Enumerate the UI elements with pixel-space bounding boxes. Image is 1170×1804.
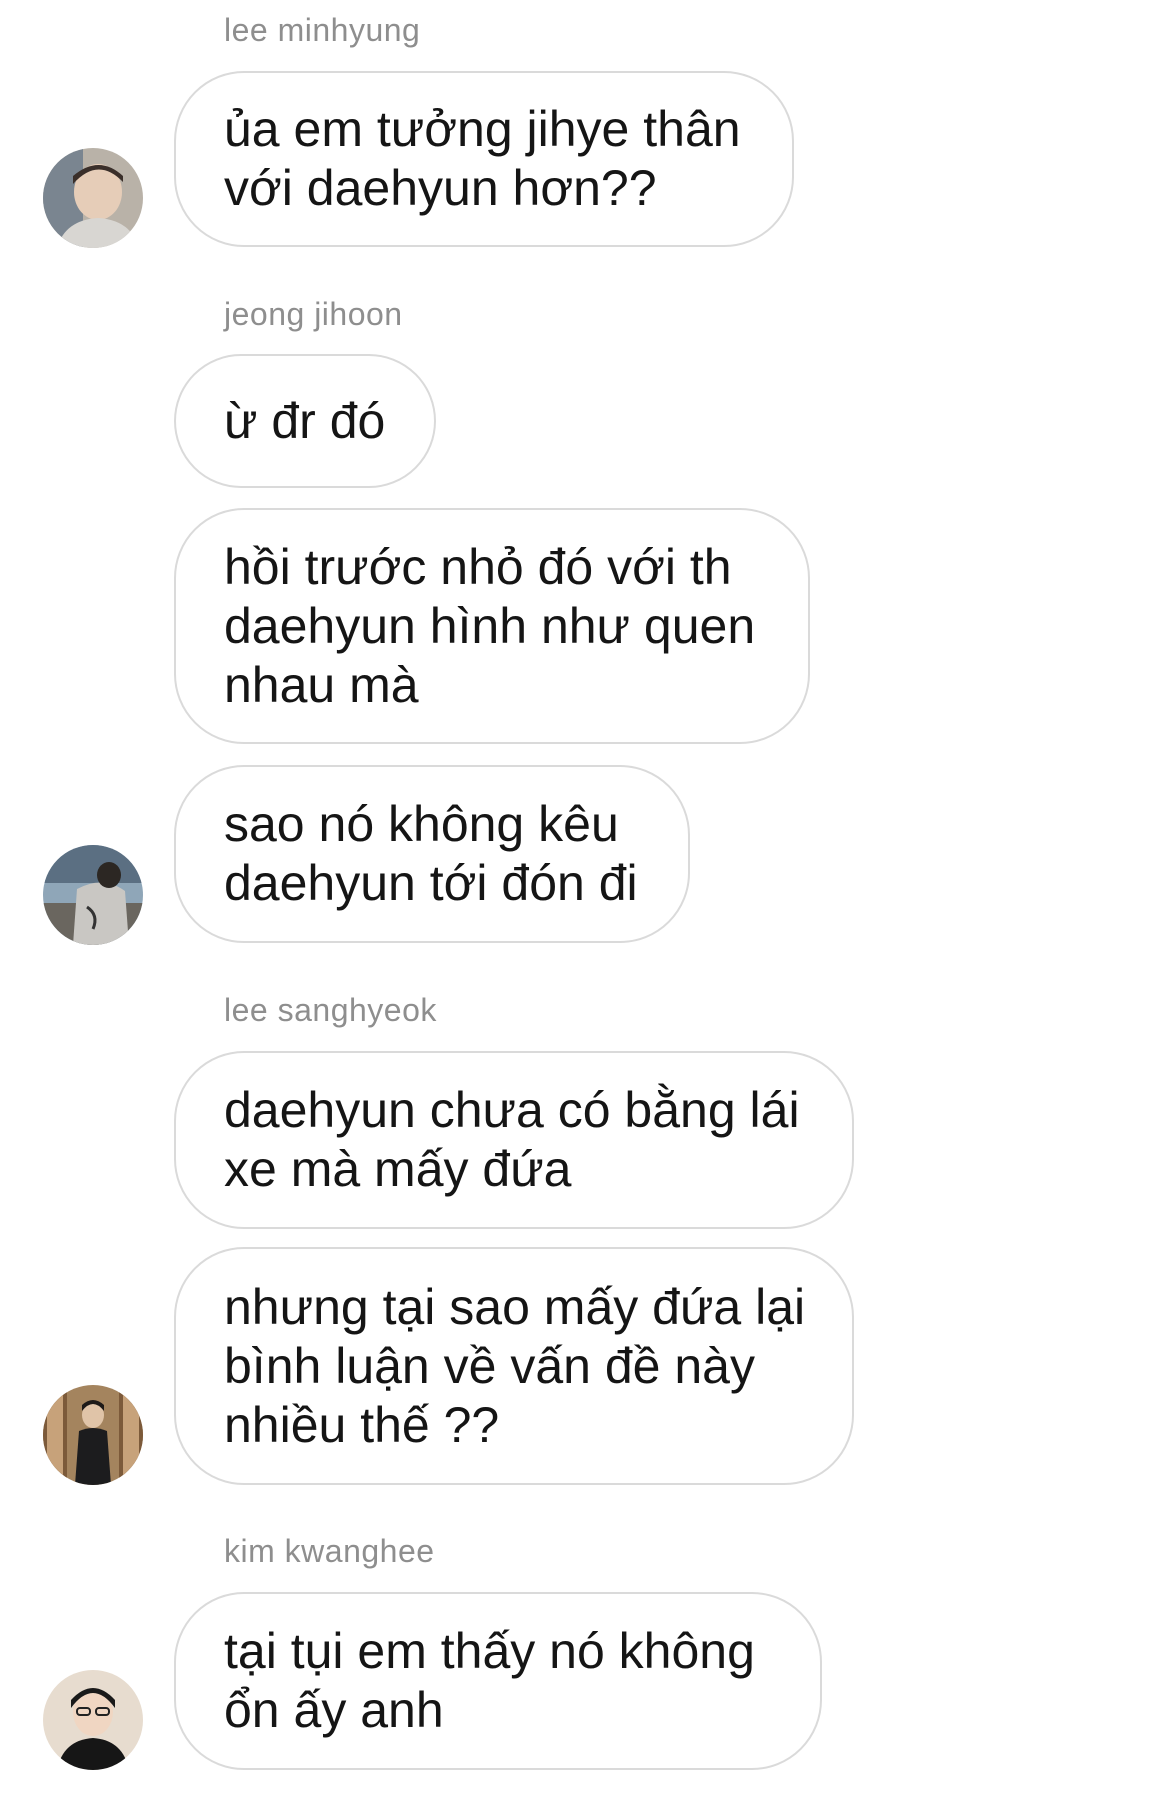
profile-photo-icon	[43, 148, 143, 248]
message-line: daehyun chưa có bằng lái	[224, 1082, 800, 1138]
message-line: nhưng tại sao mấy đứa lại	[224, 1278, 806, 1335]
sender-name-lee-minhyung: lee minhyung	[224, 12, 421, 48]
avatar-lee-minhyung[interactable]	[43, 148, 143, 248]
message-line: nhiều thế ??	[224, 1396, 500, 1453]
sender-name-lee-sanghyeok: lee sanghyeok	[224, 992, 437, 1028]
message-line: ổn ấy anh	[224, 1682, 444, 1738]
message-bubble[interactable]: nhưng tại sao mấy đứa lại bình luận về v…	[174, 1247, 854, 1485]
message-line: ừ đr đó	[224, 392, 386, 449]
message-bubble[interactable]: daehyun chưa có bằng lái xe mà mấy đứa	[174, 1051, 854, 1229]
message-line: bình luận về vấn đề này	[224, 1337, 755, 1394]
avatar-jeong-jihoon[interactable]	[43, 845, 143, 945]
message-line: sao nó không kêu	[224, 796, 619, 852]
message-line: ủa em tưởng jihye thân	[224, 101, 741, 157]
message-line: với daehyun hơn??	[224, 160, 657, 216]
profile-photo-icon	[43, 1385, 143, 1485]
message-line: xe mà mấy đứa	[224, 1141, 572, 1197]
message-bubble[interactable]: sao nó không kêu daehyun tới đón đi	[174, 765, 690, 943]
message-line: nhau mà	[224, 656, 419, 713]
message-bubble[interactable]: tại tụi em thấy nó không ổn ấy anh	[174, 1592, 822, 1770]
profile-photo-icon	[43, 845, 143, 945]
avatar-lee-sanghyeok[interactable]	[43, 1385, 143, 1485]
sender-name-jeong-jihoon: jeong jihoon	[224, 296, 403, 332]
sender-name-kim-kwanghee: kim kwanghee	[224, 1533, 435, 1569]
message-line: hồi trước nhỏ đó với th	[224, 538, 732, 595]
message-bubble[interactable]: ừ đr đó	[174, 354, 436, 488]
message-bubble[interactable]: ủa em tưởng jihye thân với daehyun hơn??	[174, 71, 794, 247]
message-bubble[interactable]: hồi trước nhỏ đó với th daehyun hình như…	[174, 508, 810, 744]
message-line: tại tụi em thấy nó không	[224, 1623, 755, 1679]
message-line: daehyun hình như quen	[224, 597, 756, 654]
profile-photo-icon	[43, 1670, 143, 1770]
message-line: daehyun tới đón đi	[224, 855, 638, 911]
avatar-kim-kwanghee[interactable]	[43, 1670, 143, 1770]
